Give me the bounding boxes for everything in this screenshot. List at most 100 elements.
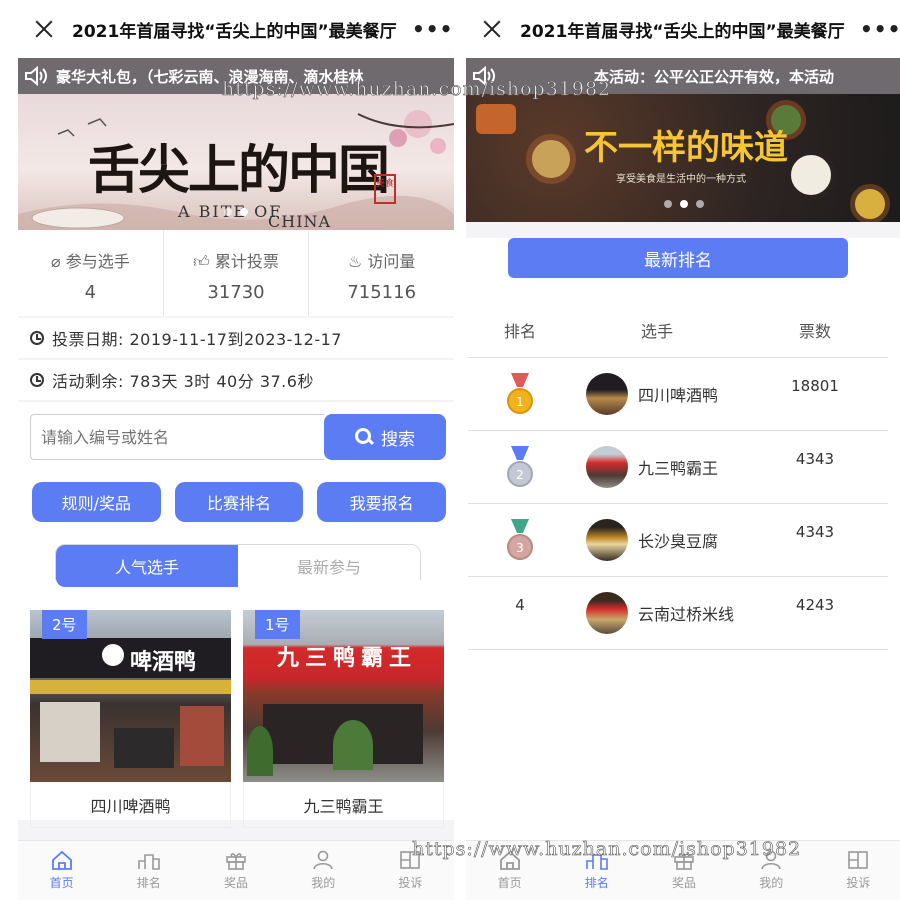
paperclip-icon: ⌀	[50, 252, 61, 271]
svg-text:1: 1	[516, 395, 524, 409]
table-row[interactable]: 1 四川啤酒鸭 18801	[468, 358, 888, 431]
stat-participants: ⌀ 参与选手 4	[18, 230, 164, 316]
carousel-dot-active[interactable]	[240, 208, 248, 216]
stat-label: 参与选手	[65, 252, 130, 271]
tabbar-label: 我的	[311, 876, 336, 890]
tabbar-label: 投诉	[846, 876, 871, 890]
close-icon[interactable]	[478, 15, 506, 43]
page-title: 2021年首届寻找“舌尖上的中国”最美餐厅	[520, 21, 845, 42]
close-icon[interactable]	[30, 15, 58, 43]
carousel-dot[interactable]	[664, 200, 672, 208]
player-number-badge: 2号	[42, 610, 87, 639]
player-card[interactable]: 2号 啤酒鸭 四川啤酒鸭	[30, 610, 231, 828]
rules-prizes-button[interactable]: 规则/奖品	[32, 482, 161, 522]
player-cards: 2号 啤酒鸭 四川啤酒鸭 1号 九三鸭霸王 九三鸭霸王	[18, 580, 454, 828]
banner-title: 不一样的味道	[584, 128, 788, 168]
bottom-tab-bar: 首页 排名 奖品 我的 投诉	[18, 840, 454, 900]
bronze-medal-icon: 3	[505, 519, 535, 561]
tabbar-label: 奖品	[672, 876, 697, 890]
food-bowl-decoration	[786, 150, 836, 200]
remaining-time-text: 活动剩余: 783天 3时 40分 37.6秒	[52, 372, 314, 391]
player-name: 四川啤酒鸭	[638, 386, 719, 405]
stat-visits: ♨ 访问量 715116	[309, 230, 454, 316]
page-title: 2021年首届寻找“舌尖上的中国”最美餐厅	[72, 21, 397, 42]
podium-icon	[137, 850, 160, 870]
search-section: 搜索 规则/奖品 比赛排名 我要报名 人气选手 最新参与	[18, 402, 454, 588]
vote-count: 4343	[795, 523, 835, 541]
search-button[interactable]: 搜索	[324, 414, 446, 460]
sign-up-button[interactable]: 我要报名	[317, 482, 447, 522]
title-bar: 2021年首届寻找“舌尖上的中国”最美餐厅 •••	[18, 0, 454, 58]
tabbar-label: 首页	[497, 876, 522, 890]
stat-label: 访问量	[367, 252, 416, 271]
search-button-label: 搜索	[381, 429, 415, 450]
carousel-dot[interactable]	[224, 208, 232, 216]
clock-icon	[30, 331, 44, 345]
header-player: 选手	[640, 321, 673, 341]
flame-icon: ♨	[347, 252, 363, 271]
watermark-bottom: https://www.huzhan.com/ishop31982	[412, 838, 802, 861]
watermark-top: https://www.huzhan.com/ishop31982	[222, 78, 612, 101]
banner-carousel[interactable]: 不一样的味道 享受美食是生活中的一种方式	[466, 94, 900, 222]
banner-title: 舌尖上的中国	[88, 140, 390, 201]
tabbar-label: 我的	[759, 876, 784, 890]
tab-latest[interactable]: 最新参与	[238, 545, 420, 587]
player-photo: 2号 啤酒鸭	[30, 610, 231, 782]
vote-date-row: 投票日期: 2019-11-17到2023-12-17	[18, 318, 454, 358]
contest-ranking-button[interactable]: 比赛排名	[174, 482, 304, 522]
banner-carousel[interactable]: 舌尖上的中国 A BITE OF CHINA 美食	[18, 94, 454, 230]
vote-count: 4343	[795, 450, 835, 468]
vote-count: 18801	[791, 377, 839, 395]
storefront-sign: 啤酒鸭	[130, 650, 197, 675]
more-menu-icon[interactable]: •••	[860, 17, 900, 41]
stat-total-votes: 👍︎ 累计投票 31730	[164, 230, 310, 316]
carousel-dots	[466, 200, 900, 208]
title-bar: 2021年首届寻找“舌尖上的中国”最美餐厅 •••	[466, 0, 900, 58]
table-row[interactable]: 3 长沙臭豆腐 4343	[468, 504, 888, 577]
avatar	[586, 373, 628, 415]
tab-popular[interactable]: 人气选手	[56, 545, 238, 587]
table-row[interactable]: 2 九三鸭霸王 4343	[468, 431, 888, 504]
home-icon	[51, 850, 73, 870]
tabbar-label: 奖品	[224, 876, 249, 890]
tabbar-prizes[interactable]: 奖品	[192, 841, 279, 900]
vote-date-text: 投票日期: 2019-11-17到2023-12-17	[52, 330, 342, 349]
complaint-icon	[847, 850, 869, 870]
remaining-time-row: 活动剩余: 783天 3时 40分 37.6秒	[18, 360, 454, 400]
search-input[interactable]	[30, 414, 324, 460]
svg-text:2: 2	[516, 468, 524, 482]
tabbar-home[interactable]: 首页	[18, 841, 105, 900]
tabbar-report[interactable]: 投诉	[815, 841, 900, 900]
header-rank: 排名	[503, 321, 536, 341]
stats-panel: ⌀ 参与选手 4 👍︎ 累计投票 31730 ♨ 访问量 715116	[18, 230, 454, 316]
notice-text: 本活动：公平公正公开有效，本活动	[594, 67, 835, 86]
action-buttons: 规则/奖品 比赛排名 我要报名	[30, 482, 447, 522]
player-name: 长沙臭豆腐	[638, 532, 719, 551]
gold-medal-icon: 1	[505, 373, 535, 415]
latest-ranking-button[interactable]: 最新排名	[508, 238, 848, 278]
food-bowl-decoration	[526, 134, 576, 184]
stat-value: 4	[84, 282, 97, 303]
carousel-dot[interactable]	[696, 200, 704, 208]
tabbar-label: 排名	[584, 876, 609, 890]
ranking-table-header: 排名 选手 票数	[468, 302, 888, 358]
tabbar-label: 首页	[49, 876, 74, 890]
banner-seal: 美食	[374, 174, 396, 204]
player-name: 九三鸭霸王	[243, 782, 444, 828]
right-screen: 2021年首届寻找“舌尖上的中国”最美餐厅 ••• 本活动：公平公正公开有效，本…	[466, 0, 900, 900]
storefront-sign: 九三鸭霸王	[277, 646, 418, 671]
user-icon	[312, 850, 334, 870]
tabbar-label: 排名	[136, 876, 161, 890]
clock-icon	[30, 373, 44, 387]
avatar	[586, 519, 628, 561]
player-card[interactable]: 1号 九三鸭霸王 九三鸭霸王	[243, 610, 444, 828]
speaker-icon	[24, 65, 50, 87]
tabbar-ranking[interactable]: 排名	[105, 841, 192, 900]
carousel-dot-active[interactable]	[680, 200, 688, 208]
banner-subtitle: 享受美食是生活中的一种方式	[616, 174, 746, 185]
food-bowl-decoration	[476, 104, 516, 134]
more-menu-icon[interactable]: •••	[412, 17, 452, 41]
table-row[interactable]: 4 云南过桥米线 4243	[468, 577, 888, 650]
thumbs-up-icon: 👍︎	[193, 252, 210, 271]
tabbar-mine[interactable]: 我的	[280, 841, 367, 900]
